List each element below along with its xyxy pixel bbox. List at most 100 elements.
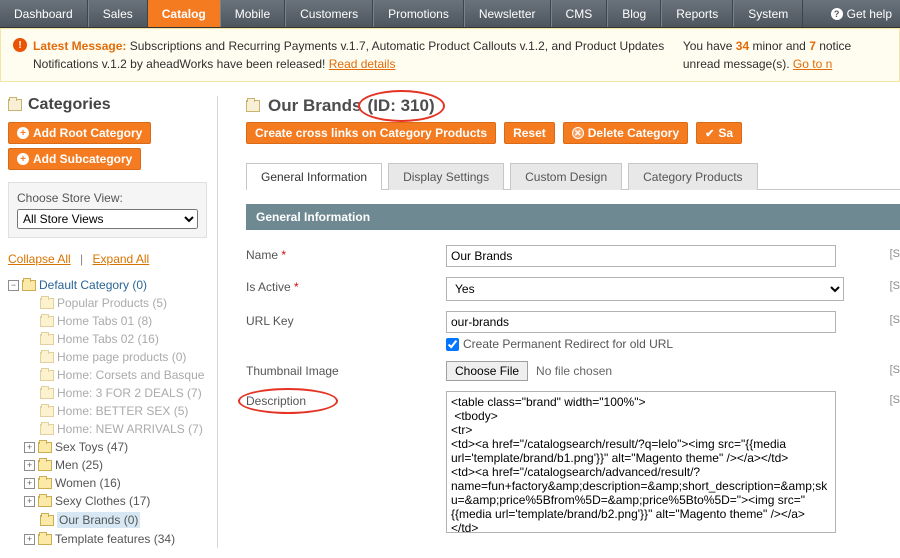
help-icon: ? <box>831 8 843 20</box>
tree-item[interactable]: Home Tabs 02 (16) <box>24 330 207 348</box>
tree-root[interactable]: − Default Category (0) <box>8 276 207 294</box>
redirect-checkbox[interactable] <box>446 338 459 351</box>
categories-heading: Categories <box>28 96 111 114</box>
tree-item[interactable]: Home Tabs 01 (8) <box>24 312 207 330</box>
latest-message-label: Latest Message: <box>33 39 126 53</box>
folder-open-icon <box>40 515 54 526</box>
folder-open-icon <box>22 280 36 291</box>
delete-category-button[interactable]: ✕Delete Category <box>563 122 688 144</box>
file-status: No file chosen <box>536 364 612 378</box>
tree-item[interactable]: +Sexy Clothes (17) <box>24 492 207 510</box>
name-label: Name * <box>246 245 446 262</box>
notification-bar: ! Latest Message: Subscriptions and Recu… <box>0 28 900 82</box>
description-label: Description <box>246 391 446 408</box>
folder-icon <box>38 442 52 453</box>
store-view-label: Choose Store View: <box>17 191 198 205</box>
help-link[interactable]: ? Get help <box>823 0 900 27</box>
tree-item[interactable]: Home page products (0) <box>24 348 207 366</box>
folder-icon <box>40 352 54 363</box>
expand-icon[interactable]: + <box>24 460 35 471</box>
save-button[interactable]: ✔Sa <box>696 122 742 144</box>
main-content: Our Brands (ID: 310) Create cross links … <box>218 96 900 548</box>
plus-icon: + <box>17 127 29 139</box>
add-root-category-button[interactable]: +Add Root Category <box>8 122 151 144</box>
entity-id: (ID: 310) <box>368 96 435 115</box>
nav-promotions[interactable]: Promotions <box>373 0 464 27</box>
delete-icon: ✕ <box>572 127 584 139</box>
notice-count-prefix: You have <box>683 39 736 53</box>
minor-count: 34 <box>736 39 749 53</box>
tree-item[interactable]: +Template features (34) <box>24 530 207 548</box>
page-icon <box>246 100 260 112</box>
thumbnail-label: Thumbnail Image <box>246 361 446 378</box>
nav-blog[interactable]: Blog <box>607 0 661 27</box>
scope-hint: [S <box>878 277 900 292</box>
tree-item[interactable]: Home: Corsets and Basque <box>24 366 207 384</box>
redirect-label: Create Permanent Redirect for old URL <box>463 337 673 351</box>
section-header: General Information <box>246 204 900 230</box>
nav-customers[interactable]: Customers <box>285 0 373 27</box>
notice-count: 7 <box>809 39 816 53</box>
nav-dashboard[interactable]: Dashboard <box>0 0 88 27</box>
tab-display-settings[interactable]: Display Settings <box>388 163 504 190</box>
nav-catalog[interactable]: Catalog <box>148 0 220 27</box>
folder-icon <box>38 496 52 507</box>
tree-item[interactable]: +Women (16) <box>24 474 207 492</box>
nav-mobile[interactable]: Mobile <box>220 0 285 27</box>
store-view-select[interactable]: All Store Views <box>17 209 198 229</box>
check-icon: ✔ <box>705 127 714 140</box>
tab-custom-design[interactable]: Custom Design <box>510 163 622 190</box>
collapse-icon[interactable]: − <box>8 280 19 291</box>
scope-hint: [S <box>878 391 900 406</box>
folder-icon <box>40 334 54 345</box>
description-textarea[interactable]: <table class="brand" width="100%"> <tbod… <box>446 391 836 533</box>
url-key-label: URL Key <box>246 311 446 328</box>
tab-category-products[interactable]: Category Products <box>628 163 757 190</box>
read-details-link[interactable]: Read details <box>329 57 396 71</box>
create-cross-links-button[interactable]: Create cross links on Category Products <box>246 122 496 144</box>
help-label: Get help <box>847 7 892 21</box>
nav-system[interactable]: System <box>733 0 803 27</box>
page-title: Our Brands (ID: 310) <box>268 96 435 116</box>
choose-file-button[interactable]: Choose File <box>446 361 528 381</box>
scope-hint: [S <box>878 245 900 260</box>
tree-item-selected[interactable]: Our Brands (0) <box>24 510 207 530</box>
expand-icon[interactable]: + <box>24 478 35 489</box>
folder-icon <box>40 316 54 327</box>
is-active-select[interactable]: Yes <box>446 277 844 301</box>
scope-hint: [S <box>878 311 900 326</box>
tab-general-information[interactable]: General Information <box>246 163 382 190</box>
tree-item[interactable]: +Sex Toys (47) <box>24 438 207 456</box>
tabs: General Information Display Settings Cus… <box>246 162 900 190</box>
tree-item[interactable]: +Men (25) <box>24 456 207 474</box>
folder-icon <box>38 460 52 471</box>
folder-icon <box>38 478 52 489</box>
tree-item[interactable]: Home: BETTER SEX (5) <box>24 402 207 420</box>
folder-icon <box>40 424 54 435</box>
nav-newsletter[interactable]: Newsletter <box>464 0 551 27</box>
add-subcategory-button[interactable]: +Add Subcategory <box>8 148 141 170</box>
name-input[interactable] <box>446 245 836 267</box>
folder-icon <box>40 388 54 399</box>
nav-sales[interactable]: Sales <box>88 0 148 27</box>
plus-icon: + <box>17 153 29 165</box>
expand-icon[interactable]: + <box>24 534 35 545</box>
nav-reports[interactable]: Reports <box>661 0 733 27</box>
nav-cms[interactable]: CMS <box>551 0 608 27</box>
url-key-input[interactable] <box>446 311 836 333</box>
category-tree: − Default Category (0) Popular Products … <box>8 276 207 548</box>
expand-icon[interactable]: + <box>24 496 35 507</box>
tree-item[interactable]: Home: 3 FOR 2 DEALS (7) <box>24 384 207 402</box>
expand-all-link[interactable]: Expand All <box>93 252 150 266</box>
expand-icon[interactable]: + <box>24 442 35 453</box>
folder-icon <box>40 370 54 381</box>
reset-button[interactable]: Reset <box>504 122 555 144</box>
tree-item[interactable]: Home: NEW ARRIVALS (7) <box>24 420 207 438</box>
categories-icon <box>8 99 22 111</box>
tree-label[interactable]: Default Category (0) <box>39 278 147 292</box>
goto-notifications-link[interactable]: Go to n <box>793 57 832 71</box>
folder-icon <box>40 298 54 309</box>
is-active-label: Is Active * <box>246 277 446 294</box>
collapse-all-link[interactable]: Collapse All <box>8 252 71 266</box>
tree-item[interactable]: Popular Products (5) <box>24 294 207 312</box>
